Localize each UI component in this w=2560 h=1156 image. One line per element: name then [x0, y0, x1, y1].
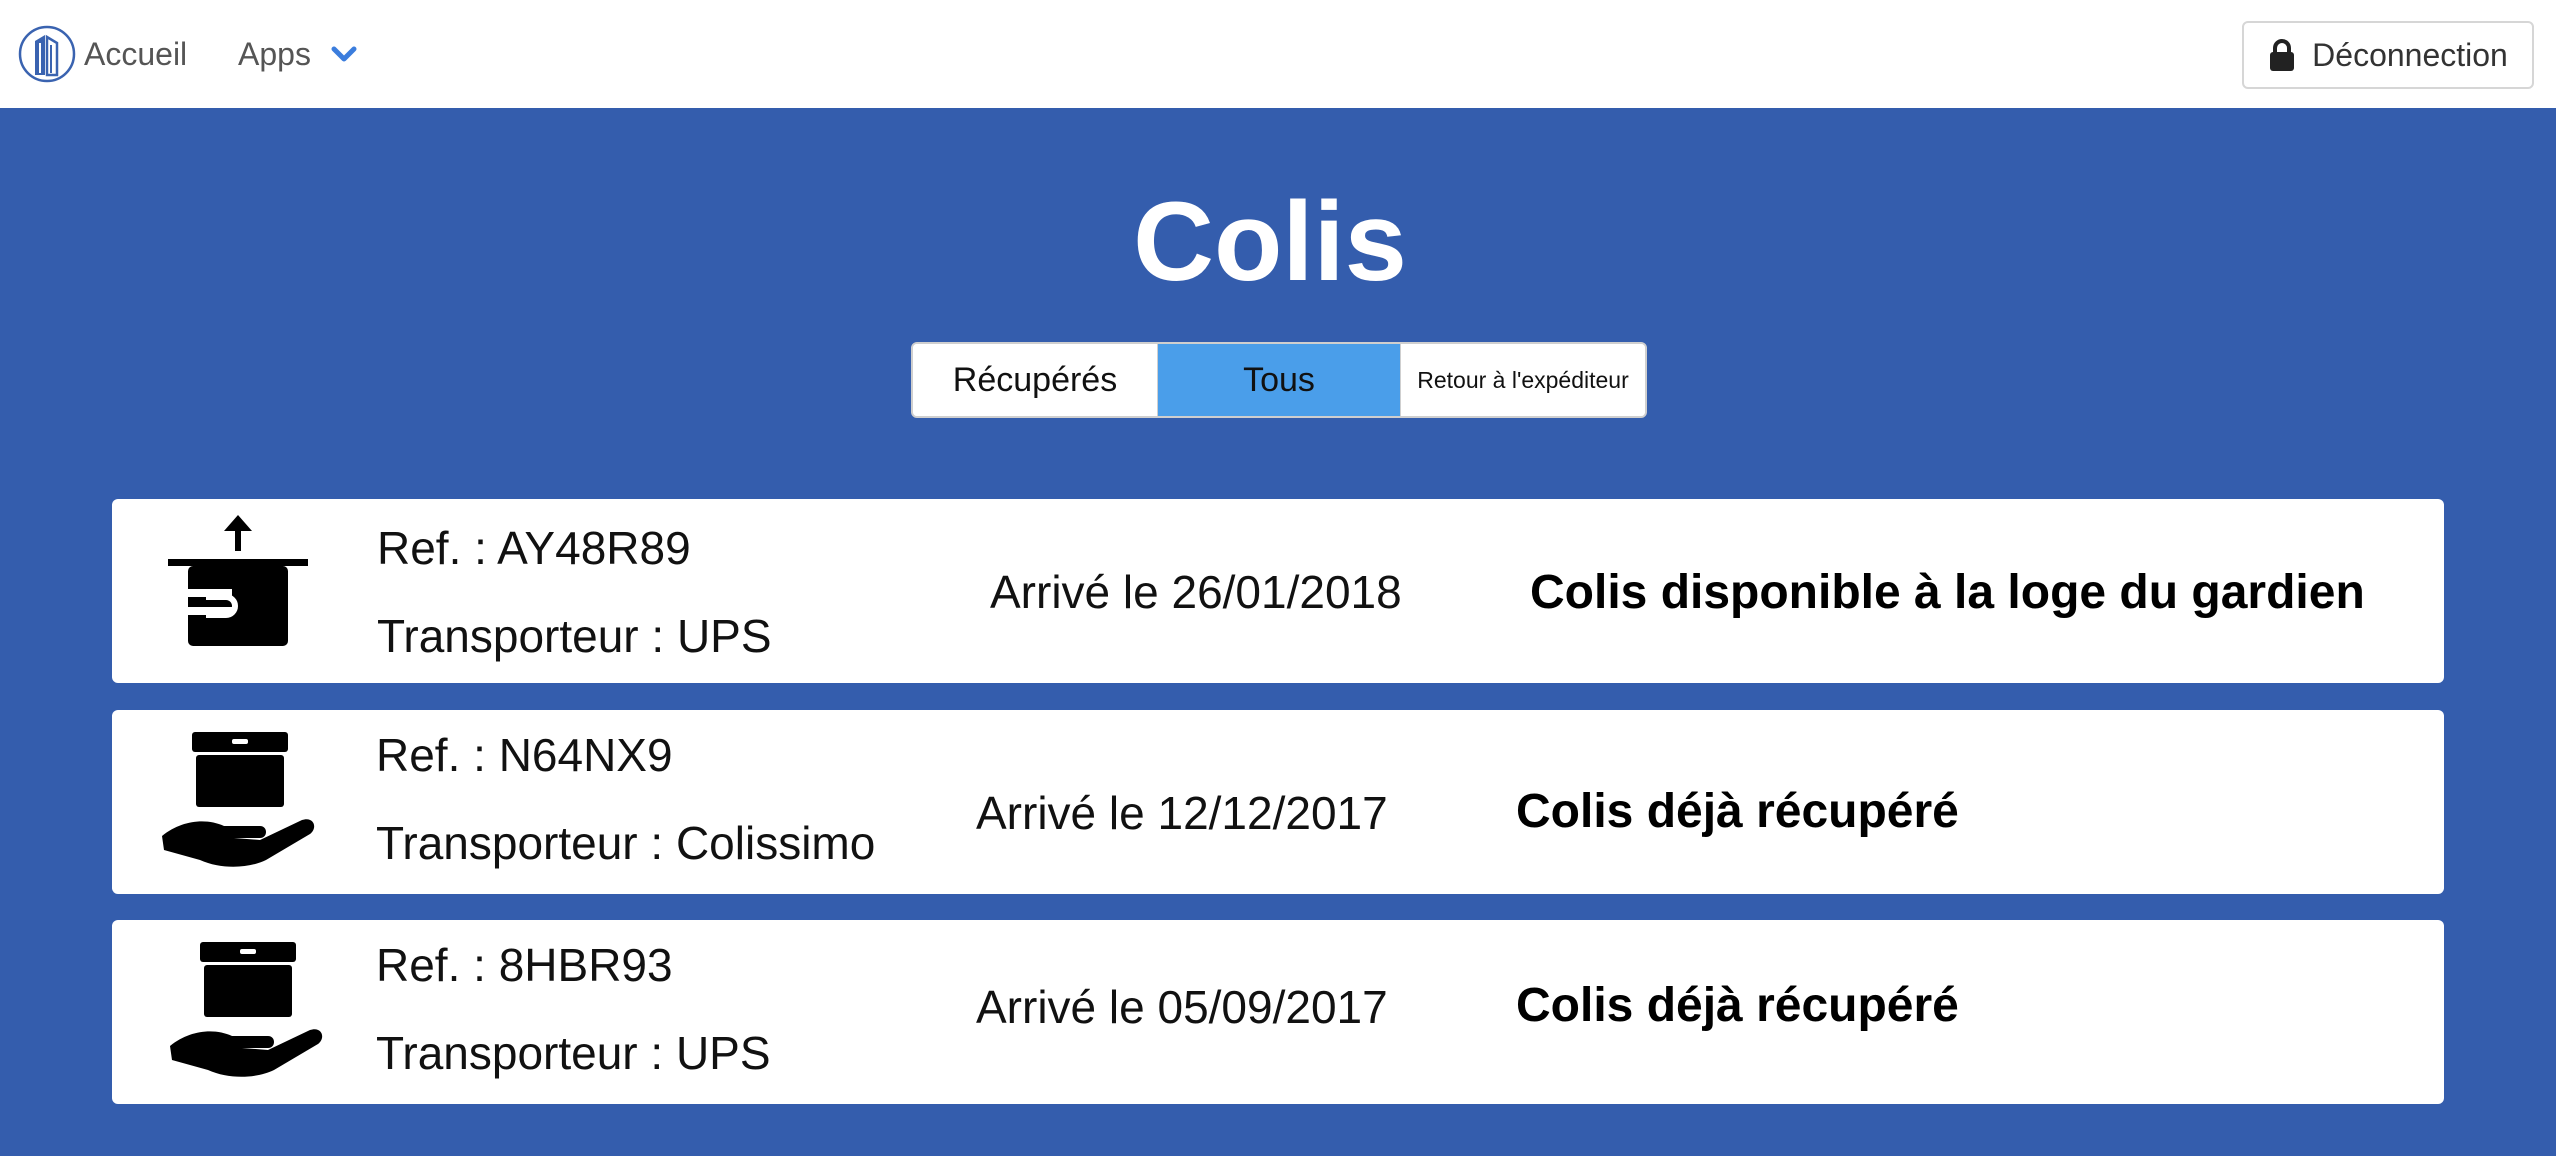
- building-logo-icon: [18, 25, 76, 83]
- top-navbar: Accueil Apps Déconnection: [0, 0, 2560, 108]
- tab-retour-expediteur[interactable]: Retour à l'expéditeur: [1400, 344, 1645, 416]
- parcel-card[interactable]: Ref. : AY48R89 Transporteur : UPS Arrivé…: [112, 499, 2444, 683]
- home-link[interactable]: Accueil: [18, 24, 187, 84]
- parcel-carrier: Transporteur : UPS: [377, 610, 772, 662]
- chevron-down-icon: [331, 46, 357, 62]
- main-content: Colis Récupérés Tous Retour à l'expédite…: [0, 108, 2556, 1156]
- home-label: Accueil: [84, 35, 188, 72]
- parcel-ref: Ref. : AY48R89: [377, 522, 691, 574]
- parcel-status: Colis disponible à la loge du gardien: [1530, 566, 2365, 619]
- parcel-card[interactable]: Ref. : 8HBR93 Transporteur : UPS Arrivé …: [112, 920, 2444, 1104]
- parcel-arrival-date: Arrivé le 12/12/2017: [976, 787, 1388, 839]
- tab-tous[interactable]: Tous: [1158, 344, 1400, 416]
- parcel-ref: Ref. : N64NX9: [376, 729, 673, 781]
- apps-label: Apps: [238, 35, 311, 72]
- filter-tabs: Récupérés Tous Retour à l'expéditeur: [911, 342, 1647, 418]
- apps-dropdown[interactable]: Apps: [238, 24, 359, 84]
- parcel-card[interactable]: Ref. : N64NX9 Transporteur : Colissimo A…: [112, 710, 2444, 894]
- logout-button[interactable]: Déconnection: [2242, 21, 2534, 89]
- parcel-ref: Ref. : 8HBR93: [376, 939, 673, 991]
- lock-icon: [2270, 39, 2295, 71]
- parcel-carrier: Transporteur : Colissimo: [376, 817, 876, 869]
- parcel-arrival-date: Arrivé le 05/09/2017: [976, 981, 1388, 1033]
- parcel-status: Colis déjà récupéré: [1516, 979, 1959, 1032]
- parcel-status: Colis déjà récupéré: [1516, 785, 1959, 838]
- box-upload-icon: [168, 515, 308, 646]
- hand-holding-box-icon: [162, 732, 315, 867]
- page-title: Colis: [1133, 179, 1407, 304]
- parcel-carrier: Transporteur : UPS: [376, 1027, 771, 1079]
- hand-holding-box-icon: [170, 942, 323, 1077]
- logout-label: Déconnection: [2312, 36, 2508, 73]
- tab-recuperes[interactable]: Récupérés: [913, 344, 1158, 416]
- parcel-arrival-date: Arrivé le 26/01/2018: [990, 566, 1402, 618]
- scrollbar-track[interactable]: [2556, 108, 2560, 1156]
